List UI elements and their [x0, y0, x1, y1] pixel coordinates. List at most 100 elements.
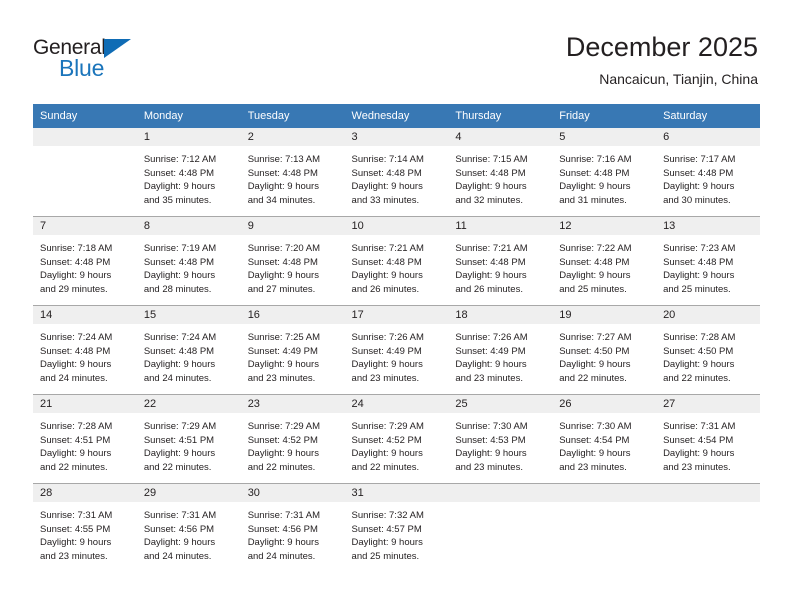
daylight-text-line2: and 23 minutes.: [247, 372, 316, 384]
title-block: December 2025 Nancaicun, Tianjin, China: [566, 31, 758, 88]
day-number: 5: [552, 128, 657, 146]
calendar-day-cell[interactable]: 22 Sunrise: 7:29 AM Sunset: 4:51 PM Dayligh…: [136, 394, 241, 484]
calendar-day-cell[interactable]: 28 Sunrise: 7:31 AM Sunset: 4:55 PM Dayligh…: [33, 483, 137, 572]
calendar-day-cell[interactable]: 16 Sunrise: 7:25 AM Sunset: 4:49 PM Dayligh…: [240, 305, 345, 395]
daylight-text-line2: and 23 minutes.: [351, 372, 420, 384]
calendar-day-cell[interactable]: 12 Sunrise: 7:22 AM Sunset: 4:48 PM Dayligh…: [552, 216, 657, 306]
day-cell-inner: 5 Sunrise: 7:16 AM Sunset: 4:48 PM Daylight…: [552, 128, 657, 216]
calendar-day-cell[interactable]: 5 Sunrise: 7:16 AM Sunset: 4:48 PM Daylight…: [552, 128, 657, 217]
day-cell-inner: 13 Sunrise: 7:23 AM Sunset: 4:48 PM Dayligh…: [656, 217, 760, 305]
weekday-header-wednesday: Wednesday: [344, 104, 449, 128]
day-details: Sunrise: 7:15 AM Sunset: 4:48 PM Daylight:…: [448, 146, 552, 207]
calendar-day-cell[interactable]: 2 Sunrise: 7:13 AM Sunset: 4:48 PM Daylight…: [240, 128, 345, 217]
daylight-text-line1: Daylight: 9 hours: [247, 537, 319, 549]
day-cell-inner: 15 Sunrise: 7:24 AM Sunset: 4:48 PM Dayligh…: [136, 306, 241, 394]
sunset-text: Sunset: 4:54 PM: [559, 434, 630, 446]
sunrise-text: Sunrise: 7:28 AM: [40, 421, 113, 432]
calendar-day-cell[interactable]: 20 Sunrise: 7:28 AM Sunset: 4:50 PM Dayligh…: [656, 305, 760, 395]
day-number: 19: [552, 306, 657, 324]
day-number: 30: [240, 484, 345, 502]
sunset-text: Sunset: 4:56 PM: [143, 523, 215, 535]
daylight-text-line1: Daylight: 9 hours: [455, 448, 527, 460]
calendar-day-cell[interactable]: 29 Sunrise: 7:31 AM Sunset: 4:56 PM Dayligh…: [136, 483, 241, 572]
day-number: 10: [344, 217, 449, 235]
day-number: 29: [136, 484, 241, 502]
daylight-text-line2: and 35 minutes.: [143, 194, 212, 206]
daylight-text-line2: and 24 minutes.: [143, 550, 212, 562]
day-cell-inner: [448, 484, 553, 572]
calendar-day-cell[interactable]: 30 Sunrise: 7:31 AM Sunset: 4:56 PM Dayligh…: [240, 483, 345, 572]
day-cell-inner: 1 Sunrise: 7:12 AM Sunset: 4:48 PM Daylight…: [136, 128, 241, 216]
sunset-text: Sunset: 4:49 PM: [247, 345, 318, 357]
day-details: Sunrise: 7:31 AM Sunset: 4:54 PM Daylight:…: [656, 413, 760, 474]
daylight-text-line2: and 22 minutes.: [143, 461, 212, 473]
day-cell-inner: 25 Sunrise: 7:30 AM Sunset: 4:53 PM Dayligh…: [448, 395, 553, 483]
daylight-text-line1: Daylight: 9 hours: [351, 537, 423, 549]
day-details: Sunrise: 7:24 AM Sunset: 4:48 PM Daylight:…: [33, 324, 137, 385]
day-cell-inner: 26 Sunrise: 7:30 AM Sunset: 4:54 PM Dayligh…: [552, 395, 657, 483]
day-details: Sunrise: 7:17 AM Sunset: 4:48 PM Daylight:…: [656, 146, 760, 207]
calendar-day-cell[interactable]: 17 Sunrise: 7:26 AM Sunset: 4:49 PM Dayligh…: [344, 305, 449, 395]
calendar-day-cell[interactable]: 14 Sunrise: 7:24 AM Sunset: 4:48 PM Dayligh…: [33, 305, 137, 395]
calendar-day-cell[interactable]: 4 Sunrise: 7:15 AM Sunset: 4:48 PM Daylight…: [448, 128, 553, 217]
calendar-day-cell[interactable]: 7 Sunrise: 7:18 AM Sunset: 4:48 PM Daylight…: [33, 216, 137, 306]
day-number: 31: [344, 484, 449, 502]
sunset-text: Sunset: 4:48 PM: [351, 256, 422, 268]
day-number: 25: [448, 395, 553, 413]
sunset-text: Sunset: 4:48 PM: [559, 256, 630, 268]
day-cell-inner: 22 Sunrise: 7:29 AM Sunset: 4:51 PM Dayligh…: [136, 395, 241, 483]
day-details: Sunrise: 7:31 AM Sunset: 4:56 PM Daylight:…: [137, 502, 241, 563]
calendar-day-cell[interactable]: 10 Sunrise: 7:21 AM Sunset: 4:48 PM Dayligh…: [344, 216, 449, 306]
calendar-day-cell[interactable]: 26 Sunrise: 7:30 AM Sunset: 4:54 PM Dayligh…: [552, 394, 657, 484]
day-number: 15: [136, 306, 241, 324]
daylight-text-line2: and 32 minutes.: [455, 194, 523, 206]
daylight-text-line2: and 25 minutes.: [663, 283, 731, 295]
day-cell-inner: [552, 484, 657, 572]
calendar-day-cell[interactable]: [33, 128, 137, 217]
daylight-text-line1: Daylight: 9 hours: [143, 270, 216, 282]
calendar-day-cell[interactable]: 11 Sunrise: 7:21 AM Sunset: 4:48 PM Dayligh…: [448, 216, 553, 306]
daylight-text-line2: and 24 minutes.: [40, 372, 108, 384]
calendar-day-cell[interactable]: 31 Sunrise: 7:32 AM Sunset: 4:57 PM Dayligh…: [344, 483, 449, 572]
calendar-day-cell[interactable]: 27 Sunrise: 7:31 AM Sunset: 4:54 PM Dayligh…: [656, 394, 760, 484]
calendar-day-cell[interactable]: 19 Sunrise: 7:27 AM Sunset: 4:50 PM Dayligh…: [552, 305, 657, 395]
sunset-text: Sunset: 4:48 PM: [40, 345, 111, 357]
calendar-day-cell[interactable]: 15 Sunrise: 7:24 AM Sunset: 4:48 PM Dayligh…: [136, 305, 241, 395]
calendar-day-cell[interactable]: 6 Sunrise: 7:17 AM Sunset: 4:48 PM Daylight…: [656, 128, 760, 217]
calendar-day-cell[interactable]: 9 Sunrise: 7:20 AM Sunset: 4:48 PM Daylight…: [240, 216, 345, 306]
sunset-text: Sunset: 4:56 PM: [247, 523, 318, 535]
day-cell-inner: 3 Sunrise: 7:14 AM Sunset: 4:48 PM Daylight…: [344, 128, 449, 216]
calendar-day-cell[interactable]: [656, 483, 760, 572]
calendar-day-cell[interactable]: 21 Sunrise: 7:28 AM Sunset: 4:51 PM Dayligh…: [33, 394, 137, 484]
sunrise-text: Sunrise: 7:12 AM: [143, 154, 217, 165]
calendar-day-cell[interactable]: 25 Sunrise: 7:30 AM Sunset: 4:53 PM Dayligh…: [448, 394, 553, 484]
calendar-page: General Blue December 2025 Nancaicun, Ti…: [0, 0, 792, 612]
day-details: Sunrise: 7:26 AM Sunset: 4:49 PM Daylight:…: [345, 324, 449, 385]
daylight-text-line1: Daylight: 9 hours: [40, 448, 112, 460]
calendar-day-cell[interactable]: [552, 483, 657, 572]
sunset-text: Sunset: 4:48 PM: [247, 167, 318, 179]
calendar-day-cell[interactable]: 18 Sunrise: 7:26 AM Sunset: 4:49 PM Dayligh…: [448, 305, 553, 395]
sunset-text: Sunset: 4:50 PM: [663, 345, 734, 357]
general-blue-logo[interactable]: General Blue: [33, 36, 213, 84]
calendar-day-cell[interactable]: 3 Sunrise: 7:14 AM Sunset: 4:48 PM Daylight…: [344, 128, 449, 217]
sunrise-text: Sunrise: 7:29 AM: [247, 421, 321, 432]
daylight-text-line2: and 25 minutes.: [559, 283, 627, 295]
calendar-day-cell[interactable]: 8 Sunrise: 7:19 AM Sunset: 4:48 PM Daylight…: [136, 216, 241, 306]
sunrise-text: Sunrise: 7:14 AM: [351, 154, 424, 165]
sunrise-text: Sunrise: 7:28 AM: [663, 332, 736, 343]
daylight-text-line1: Daylight: 9 hours: [455, 359, 527, 371]
day-number: 23: [240, 395, 345, 413]
daylight-text-line1: Daylight: 9 hours: [40, 270, 112, 282]
calendar-day-cell[interactable]: 23 Sunrise: 7:29 AM Sunset: 4:52 PM Dayligh…: [240, 394, 345, 484]
daylight-text-line1: Daylight: 9 hours: [247, 448, 319, 460]
calendar-day-cell[interactable]: 13 Sunrise: 7:23 AM Sunset: 4:48 PM Dayligh…: [656, 216, 760, 306]
calendar-day-cell[interactable]: 24 Sunrise: 7:29 AM Sunset: 4:52 PM Dayligh…: [344, 394, 449, 484]
daylight-text-line1: Daylight: 9 hours: [247, 270, 319, 282]
daylight-text-line2: and 33 minutes.: [351, 194, 420, 206]
calendar-day-cell[interactable]: 1 Sunrise: 7:12 AM Sunset: 4:48 PM Daylight…: [136, 128, 241, 217]
sunrise-text: Sunrise: 7:30 AM: [455, 421, 528, 432]
calendar-day-cell[interactable]: [448, 483, 553, 572]
day-details: Sunrise: 7:25 AM Sunset: 4:49 PM Daylight:…: [241, 324, 345, 385]
day-cell-inner: [656, 484, 760, 572]
